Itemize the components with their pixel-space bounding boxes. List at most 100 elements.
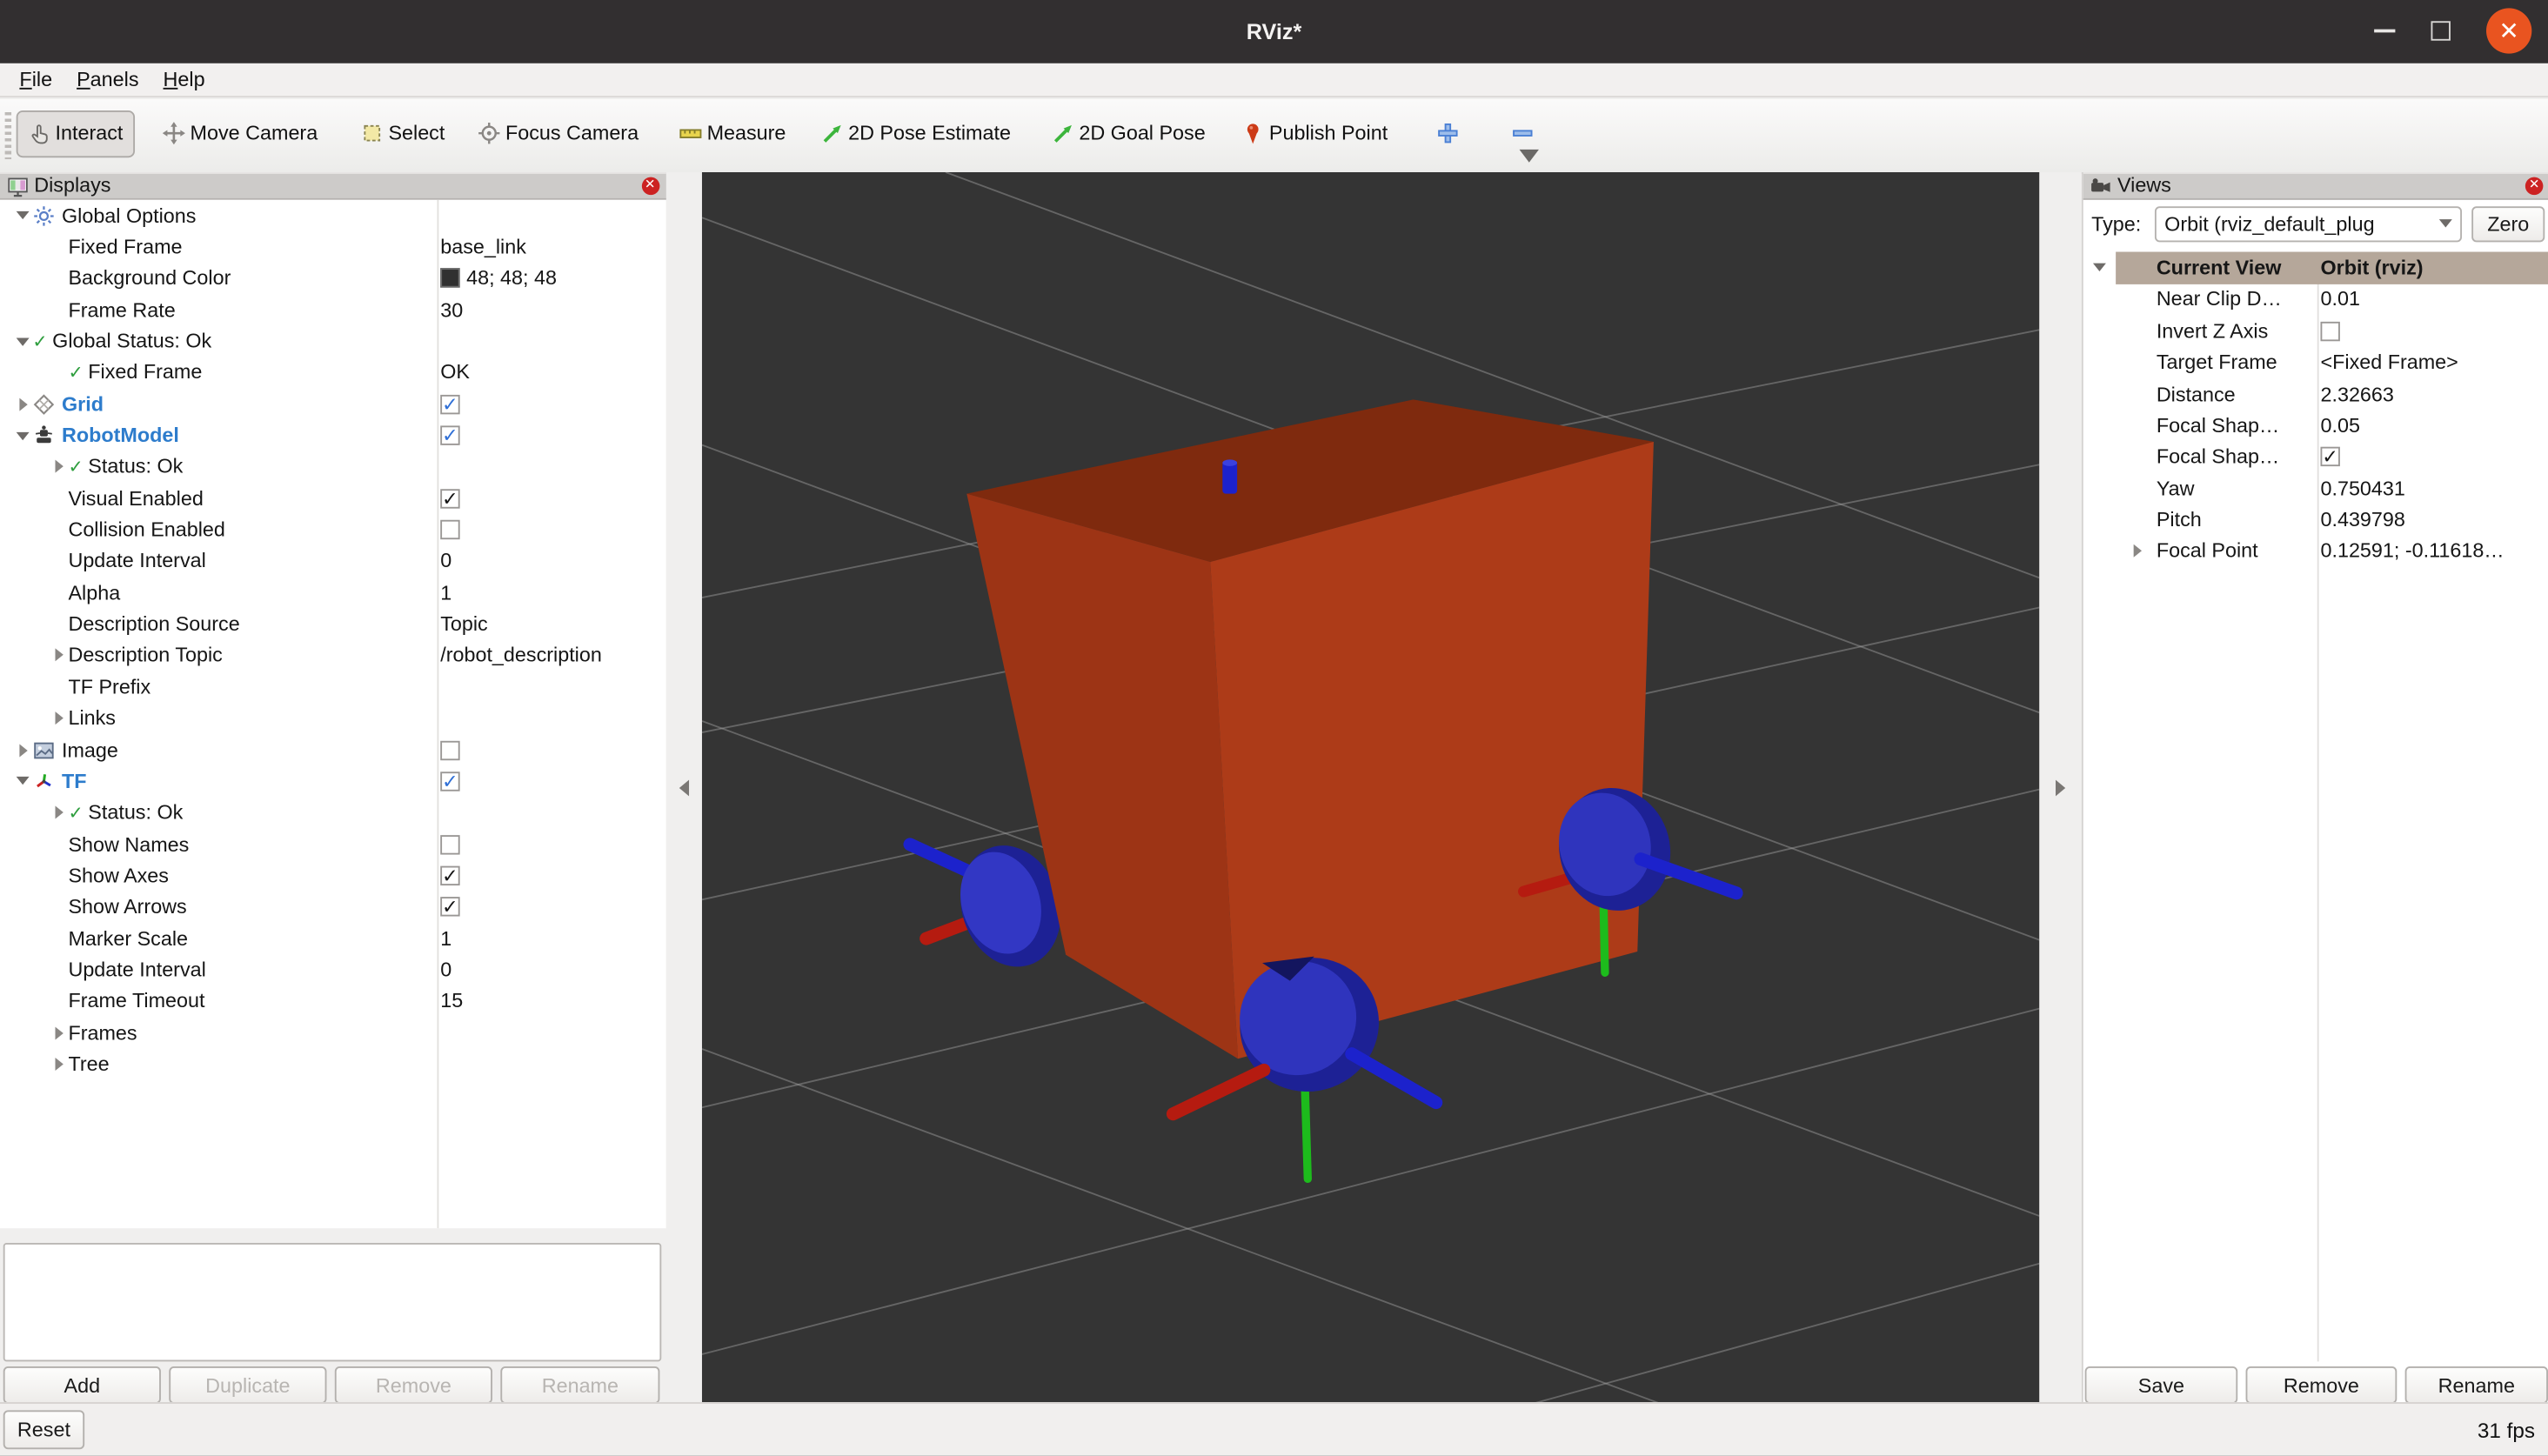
- checkbox[interactable]: ✓: [440, 898, 459, 917]
- expander-icon[interactable]: [13, 742, 32, 758]
- menu-item-panels[interactable]: Panels: [77, 68, 138, 90]
- tree-row[interactable]: Description Topic/robot_description: [0, 640, 665, 671]
- tree-row[interactable]: Tree: [0, 1048, 665, 1079]
- view-property-row[interactable]: Near Clip D…0.01: [2083, 284, 2548, 316]
- displays-panel-header[interactable]: Displays ✕: [0, 171, 665, 200]
- collapse-left-icon[interactable]: [679, 779, 688, 796]
- reset-button[interactable]: Reset: [3, 1410, 84, 1449]
- right-splitter[interactable]: [2039, 171, 2082, 1404]
- tree-row[interactable]: Links: [0, 703, 665, 734]
- restore-icon[interactable]: [2431, 22, 2451, 41]
- expander-icon[interactable]: [49, 805, 68, 821]
- tree-row[interactable]: Background Color48; 48; 48: [0, 263, 665, 294]
- checkbox[interactable]: ✓: [440, 865, 459, 885]
- views-panel-header[interactable]: Views ✕: [2083, 171, 2548, 200]
- property-value[interactable]: <Fixed Frame>: [2320, 351, 2458, 374]
- tree-row[interactable]: Update Interval0: [0, 954, 665, 985]
- tool-select[interactable]: Select: [361, 110, 445, 157]
- titlebar[interactable]: RViz* ✕: [0, 0, 2548, 63]
- tree-row[interactable]: Show Axes✓: [0, 860, 665, 892]
- zero-button[interactable]: Zero: [2471, 205, 2545, 241]
- tree-row[interactable]: Visual Enabled✓: [0, 483, 665, 514]
- checkbox[interactable]: [440, 834, 459, 853]
- view-property-row[interactable]: Pitch0.439798: [2083, 504, 2548, 535]
- expander-icon[interactable]: [49, 1056, 68, 1072]
- property-value[interactable]: 0.750431: [2320, 477, 2404, 499]
- property-value[interactable]: 2.32663: [2320, 383, 2393, 405]
- property-value[interactable]: 48; 48; 48: [466, 267, 557, 290]
- property-value[interactable]: Topic: [440, 609, 488, 640]
- tool-focus-camera[interactable]: Focus Camera: [478, 110, 639, 157]
- view-property-row[interactable]: Invert Z Axis: [2083, 316, 2548, 347]
- left-splitter[interactable]: [665, 171, 701, 1404]
- tree-row[interactable]: TF Prefix: [0, 671, 665, 703]
- checkbox[interactable]: ✓: [440, 426, 459, 445]
- toolbar-grip[interactable]: [5, 111, 11, 158]
- checkbox[interactable]: [440, 520, 459, 539]
- property-value[interactable]: base_link: [440, 231, 526, 263]
- tool-2d-goal-pose[interactable]: 2D Goal Pose: [1052, 110, 1206, 157]
- expander-icon[interactable]: [49, 459, 68, 476]
- menu-item-help[interactable]: Help: [164, 68, 205, 90]
- displays-close-icon[interactable]: ✕: [641, 177, 659, 195]
- expander-icon[interactable]: [13, 396, 32, 412]
- checkbox[interactable]: ✓: [2320, 447, 2339, 466]
- expander-icon[interactable]: [49, 1025, 68, 1041]
- collapse-right-icon[interactable]: [2056, 779, 2065, 796]
- tree-row[interactable]: Global Options: [0, 200, 665, 231]
- tree-row[interactable]: TF✓: [0, 765, 665, 797]
- close-icon[interactable]: ✕: [2486, 9, 2531, 54]
- tree-row[interactable]: Description SourceTopic: [0, 609, 665, 640]
- expander-icon[interactable]: [2090, 260, 2109, 277]
- checkbox[interactable]: [2320, 322, 2339, 341]
- tool-publish-point[interactable]: Publish Point: [1241, 110, 1388, 157]
- property-value[interactable]: /robot_description: [440, 640, 602, 671]
- checkbox[interactable]: ✓: [440, 489, 459, 508]
- tree-row[interactable]: Image: [0, 734, 665, 765]
- view-property-row[interactable]: Target Frame<Fixed Frame>: [2083, 347, 2548, 378]
- tree-row[interactable]: Update Interval0: [0, 545, 665, 577]
- menu-item-file[interactable]: File: [19, 68, 52, 90]
- remove-button[interactable]: Remove: [2246, 1366, 2398, 1404]
- view-property-row[interactable]: Focal Point0.12591; -0.11618…: [2083, 536, 2548, 567]
- tool-measure[interactable]: Measure: [679, 110, 786, 157]
- tree-row[interactable]: Frames: [0, 1017, 665, 1048]
- add-tool-button[interactable]: [1436, 110, 1459, 157]
- views-close-icon[interactable]: ✕: [2525, 177, 2544, 195]
- expander-icon[interactable]: [2127, 543, 2146, 559]
- property-value[interactable]: 0: [440, 954, 451, 985]
- tree-row[interactable]: Marker Scale1: [0, 923, 665, 954]
- toolbar-overflow-icon[interactable]: [1520, 149, 1539, 162]
- tree-row[interactable]: Alpha1: [0, 577, 665, 608]
- property-value[interactable]: 0: [440, 545, 451, 577]
- tree-row[interactable]: ✓Fixed FrameOK: [0, 357, 665, 388]
- tool-2d-pose-estimate[interactable]: 2D Pose Estimate: [820, 110, 1011, 157]
- expander-icon[interactable]: [49, 711, 68, 727]
- property-value[interactable]: 15: [440, 985, 463, 1017]
- tree-row[interactable]: Show Names: [0, 828, 665, 859]
- color-swatch[interactable]: [440, 269, 459, 288]
- tree-row[interactable]: RobotModel✓: [0, 420, 665, 451]
- tree-row[interactable]: Frame Timeout15: [0, 985, 665, 1017]
- tree-row[interactable]: Grid✓: [0, 389, 665, 420]
- tree-row[interactable]: Collision Enabled: [0, 514, 665, 545]
- tree-row[interactable]: Fixed Framebase_link: [0, 231, 665, 263]
- tree-row[interactable]: Frame Rate30: [0, 294, 665, 325]
- expander-icon[interactable]: [13, 333, 32, 350]
- expander-icon[interactable]: [49, 647, 68, 664]
- view-property-row[interactable]: Yaw0.750431: [2083, 472, 2548, 504]
- view-type-combobox[interactable]: Orbit (rviz_default_plug: [2155, 205, 2462, 241]
- property-value[interactable]: 0.12591; -0.11618…: [2320, 540, 2504, 563]
- checkbox[interactable]: ✓: [440, 771, 459, 791]
- property-value[interactable]: OK: [440, 357, 470, 388]
- view-property-row[interactable]: Focal Shap…✓: [2083, 441, 2548, 472]
- save-button[interactable]: Save: [2085, 1366, 2238, 1404]
- checkbox[interactable]: ✓: [440, 394, 459, 413]
- tool-interact[interactable]: Interact: [17, 110, 135, 157]
- property-value[interactable]: 1: [440, 577, 451, 608]
- viewport-3d[interactable]: [701, 171, 2039, 1402]
- property-value[interactable]: 0.05: [2320, 414, 2359, 437]
- expander-icon[interactable]: [13, 773, 32, 790]
- add-button[interactable]: Add: [3, 1366, 161, 1404]
- tree-row[interactable]: ✓Status: Ok: [0, 451, 665, 483]
